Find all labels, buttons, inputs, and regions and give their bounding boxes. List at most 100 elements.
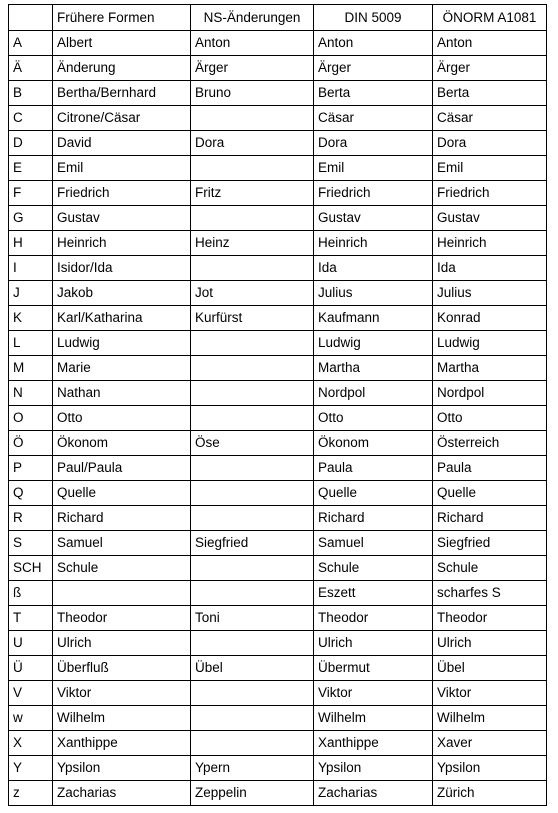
cell-old: Xanthippe <box>52 730 191 756</box>
cell-old: Citrone/Cäsar <box>52 105 191 131</box>
cell-ns: Heinz <box>190 230 314 256</box>
cell-din: Zacharias <box>313 780 433 806</box>
letter-cell: Ä <box>8 55 53 81</box>
cell-ns <box>190 355 314 381</box>
cell-old: Quelle <box>52 480 191 506</box>
cell-ns <box>190 555 314 581</box>
cell-old: Gustav <box>52 205 191 231</box>
table-row: V Viktor Viktor Viktor <box>8 680 547 706</box>
column-header-ns: NS-Änderungen <box>190 4 314 31</box>
cell-din: Cäsar <box>313 105 433 131</box>
table-row: R Richard Richard Richard <box>8 505 547 531</box>
cell-ns: Jot <box>190 280 314 306</box>
cell-onorm: Dora <box>432 130 547 156</box>
cell-old: Nathan <box>52 380 191 406</box>
table-header-row: Frühere Formen NS-Änderungen DIN 5009 ÖNORM… <box>8 4 547 31</box>
cell-old: Wilhelm <box>52 705 191 731</box>
cell-din: Heinrich <box>313 230 433 256</box>
table-row: O Otto Otto Otto <box>8 405 547 431</box>
cell-din: Xanthippe <box>313 730 433 756</box>
cell-onorm: Heinrich <box>432 230 547 256</box>
letter-cell: ß <box>8 580 53 606</box>
cell-ns: Fritz <box>190 180 314 206</box>
table-row: C Citrone/Cäsar Cäsar Cäsar <box>8 105 547 131</box>
cell-onorm: scharfes S <box>432 580 547 606</box>
cell-onorm: Anton <box>432 30 547 56</box>
cell-old: Isidor/Ida <box>52 255 191 281</box>
cell-old: Samuel <box>52 530 191 556</box>
cell-onorm: Paula <box>432 455 547 481</box>
letter-cell: Ü <box>8 655 53 681</box>
cell-din: Eszett <box>313 580 433 606</box>
table-row: P Paul/Paula Paula Paula <box>8 455 547 481</box>
table-row: Y Ypsilon Ypern Ypsilon Ypsilon <box>8 755 547 781</box>
letter-cell: z <box>8 780 53 806</box>
table-row: Ä Änderung Ärger Ärger Ärger <box>8 55 547 81</box>
table-row: Ö Ökonom Öse Ökonom Österreich <box>8 430 547 456</box>
letter-cell: B <box>8 80 53 106</box>
cell-ns <box>190 630 314 656</box>
cell-ns <box>190 105 314 131</box>
cell-din: Quelle <box>313 480 433 506</box>
cell-old: Theodor <box>52 605 191 631</box>
cell-old: Ypsilon <box>52 755 191 781</box>
cell-din: Paula <box>313 455 433 481</box>
cell-ns <box>190 505 314 531</box>
cell-onorm: Berta <box>432 80 547 106</box>
cell-din: Wilhelm <box>313 705 433 731</box>
cell-old: David <box>52 130 191 156</box>
cell-onorm: Ida <box>432 255 547 281</box>
cell-onorm: Schule <box>432 555 547 581</box>
table-row: ß Eszett scharfes S <box>8 580 547 606</box>
cell-ns <box>190 330 314 356</box>
column-header-onorm: ÖNORM A1081 <box>432 4 547 31</box>
cell-onorm: Konrad <box>432 305 547 331</box>
cell-onorm: Ypsilon <box>432 755 547 781</box>
cell-old: Viktor <box>52 680 191 706</box>
cell-din: Viktor <box>313 680 433 706</box>
cell-ns: Bruno <box>190 80 314 106</box>
column-header-old: Frühere Formen <box>52 4 191 31</box>
cell-onorm: Übel <box>432 655 547 681</box>
letter-cell: F <box>8 180 53 206</box>
letter-cell: Q <box>8 480 53 506</box>
letter-cell: SCH <box>8 555 53 581</box>
table-row: SCH Schule Schule Schule <box>8 555 547 581</box>
cell-old: Heinrich <box>52 230 191 256</box>
cell-din: Emil <box>313 155 433 181</box>
letter-cell: V <box>8 680 53 706</box>
cell-din: Ärger <box>313 55 433 81</box>
cell-onorm: Theodor <box>432 605 547 631</box>
cell-old: Zacharias <box>52 780 191 806</box>
cell-old: Bertha/Bernhard <box>52 80 191 106</box>
cell-ns: Zeppelin <box>190 780 314 806</box>
cell-onorm: Richard <box>432 505 547 531</box>
letter-cell: X <box>8 730 53 756</box>
cell-onorm: Martha <box>432 355 547 381</box>
cell-onorm: Zürich <box>432 780 547 806</box>
cell-ns <box>190 580 314 606</box>
cell-din: Berta <box>313 80 433 106</box>
cell-old: Paul/Paula <box>52 455 191 481</box>
cell-din: Ludwig <box>313 330 433 356</box>
table-row: M Marie Martha Martha <box>8 355 547 381</box>
cell-din: Gustav <box>313 205 433 231</box>
cell-old: Änderung <box>52 55 191 81</box>
column-header-letter <box>8 4 53 31</box>
letter-cell: I <box>8 255 53 281</box>
letter-cell: S <box>8 530 53 556</box>
cell-onorm: Ulrich <box>432 630 547 656</box>
table-row: I Isidor/Ida Ida Ida <box>8 255 547 281</box>
table-row: J Jakob Jot Julius Julius <box>8 280 547 306</box>
cell-din: Ulrich <box>313 630 433 656</box>
letter-cell: w <box>8 705 53 731</box>
table-row: w Wilhelm Wilhelm Wilhelm <box>8 705 547 731</box>
letter-cell: D <box>8 130 53 156</box>
letter-cell: C <box>8 105 53 131</box>
cell-onorm: Emil <box>432 155 547 181</box>
cell-ns <box>190 205 314 231</box>
cell-onorm: Österreich <box>432 430 547 456</box>
letter-cell: H <box>8 230 53 256</box>
letter-cell: Y <box>8 755 53 781</box>
cell-onorm: Otto <box>432 405 547 431</box>
